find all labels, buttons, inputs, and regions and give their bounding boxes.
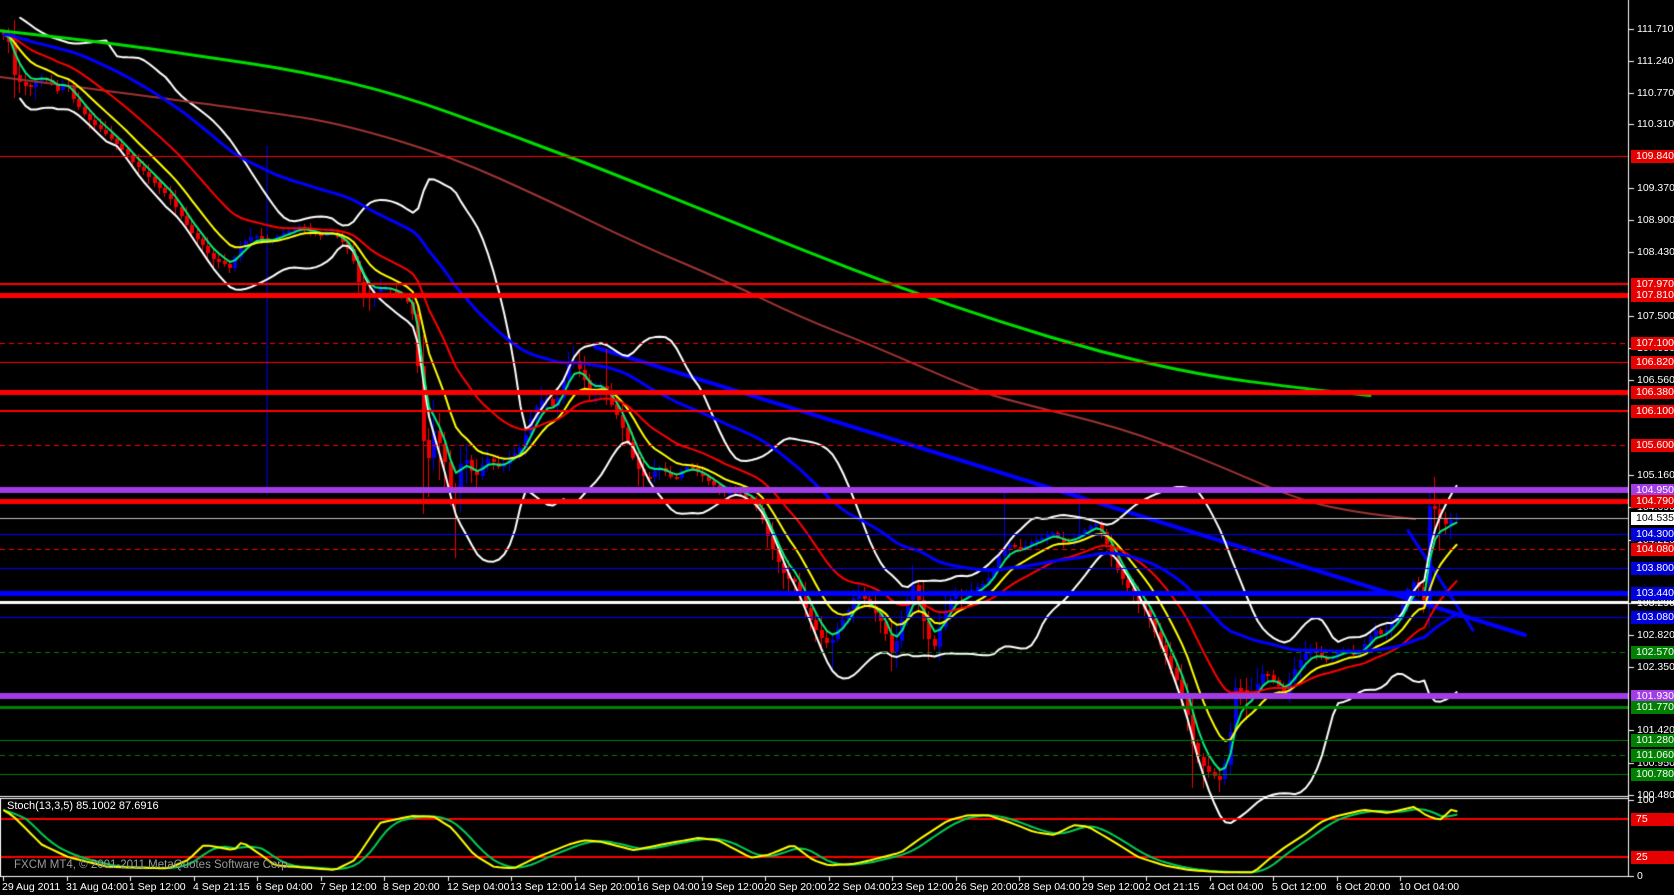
stoch-indicator-label: Stoch(13,3,5) 85.1002 87.6916 (7, 800, 159, 812)
price-axis[interactable] (1628, 0, 1674, 876)
time-axis[interactable] (0, 877, 1674, 895)
chart-canvas[interactable] (0, 0, 1674, 895)
platform-watermark: FXCM MT4, © 2001-2011 MetaQuotes Softwar… (14, 859, 291, 871)
mt4-chart-window: 111.710111.240110.770110.310109.370108.9… (0, 0, 1674, 895)
